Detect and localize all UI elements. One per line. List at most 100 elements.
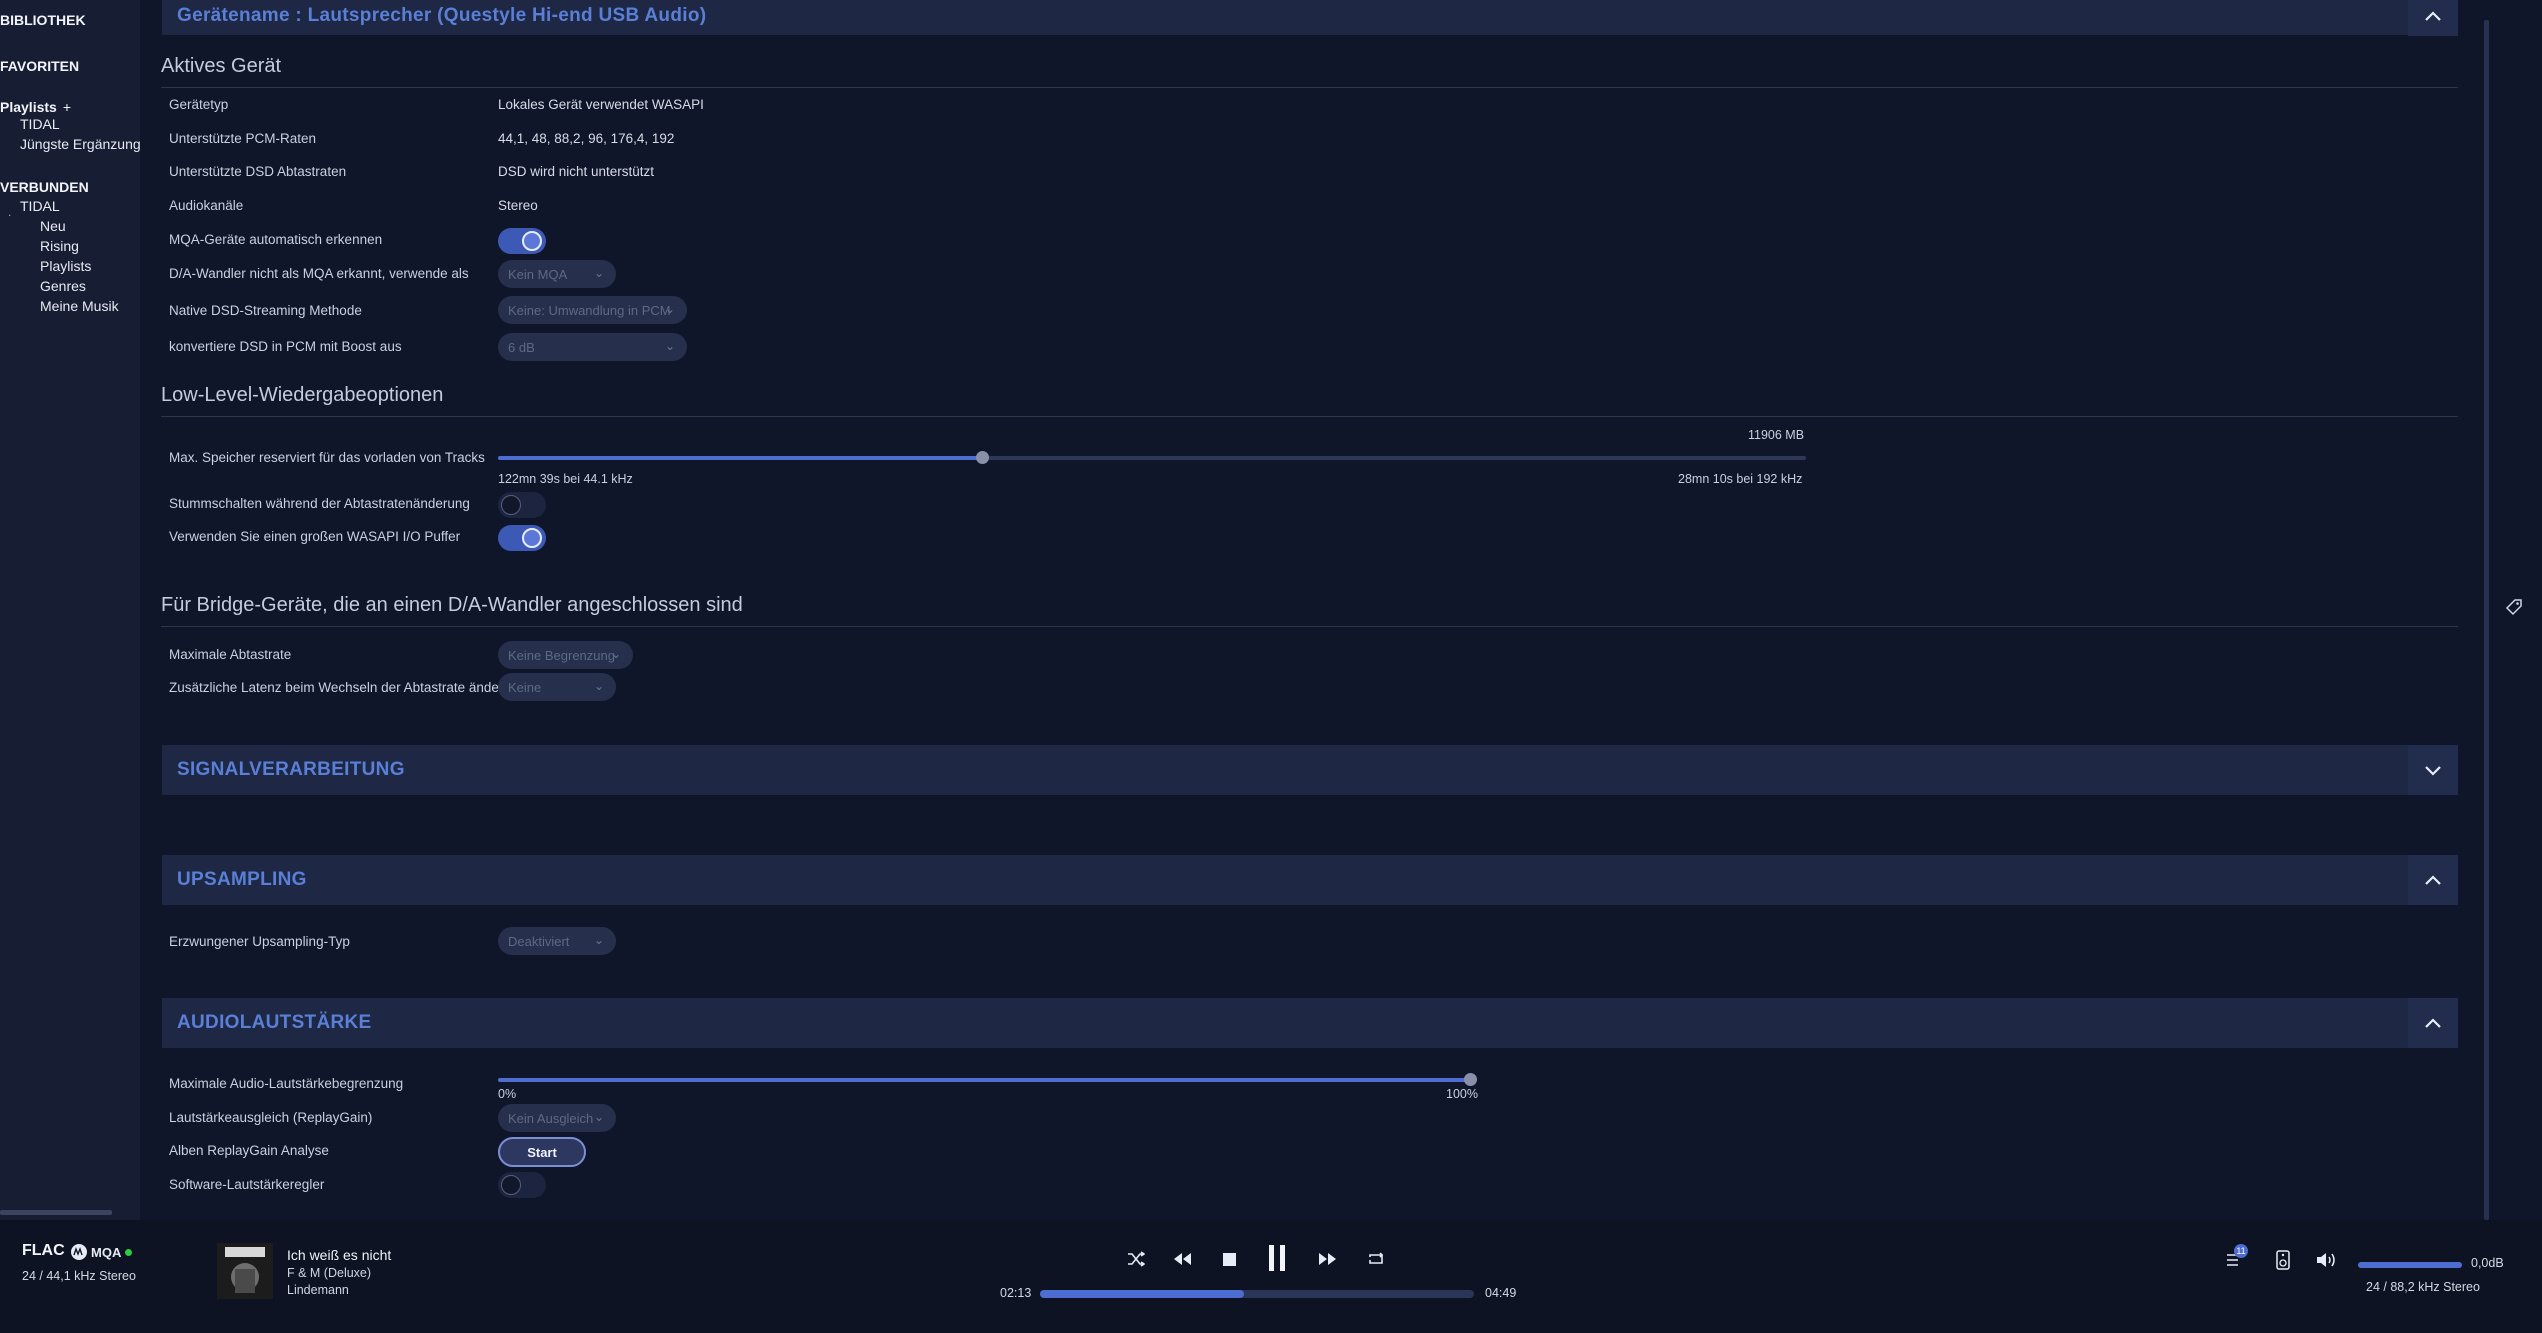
divider <box>161 626 2458 627</box>
upsampling-title: UPSAMPLING <box>177 869 307 890</box>
wasapi-toggle[interactable] <box>498 525 546 551</box>
fast-forward-icon <box>1319 1253 1336 1265</box>
divider <box>161 87 2458 88</box>
replaygain-selected: Kein Ausgleich <box>508 1110 594 1126</box>
format-label: FLAC <box>22 1242 65 1259</box>
mute-toggle[interactable] <box>498 492 546 518</box>
max-rate-select[interactable]: Keine Begrenzung ⌄ <box>498 641 633 669</box>
mute-button[interactable] <box>2314 1248 2340 1272</box>
dac-mqa-label: D/A-Wandler nicht als MQA erkannt, verwe… <box>169 266 469 281</box>
section-title-aktives-geraet: Aktives Gerät <box>161 55 282 77</box>
dac-mqa-select[interactable]: Kein MQA ⌄ <box>498 260 616 288</box>
queue-button[interactable]: 11 <box>2222 1244 2248 1272</box>
player-bar: FLAC MQA 24 / 44,1 kHz Stereo Ich weiß e… <box>0 1220 2542 1333</box>
upsampling-type-select[interactable]: Deaktiviert ⌄ <box>498 927 616 955</box>
dsd-rates-value: DSD wird nicht unterstützt <box>498 164 655 179</box>
audio-device-button[interactable] <box>2272 1248 2294 1272</box>
album-art[interactable] <box>217 1243 273 1299</box>
slider-fill <box>498 456 982 460</box>
seek-bar[interactable] <box>1040 1290 1474 1298</box>
sidebar-item-neu[interactable]: Neu <box>40 218 66 234</box>
pcm-rates-value: 44,1, 48, 88,2, 96, 176,4, 192 <box>498 131 675 146</box>
repeat-icon <box>1369 1252 1384 1264</box>
wasapi-label: Verwenden Sie einen großen WASAPI I/O Pu… <box>169 529 461 544</box>
replaygain-select[interactable]: Kein Ausgleich ⌄ <box>498 1104 616 1132</box>
collapse-volume-button[interactable] <box>2408 998 2458 1048</box>
toggle-knob <box>522 231 542 251</box>
chevron-down-icon: ⌄ <box>664 302 675 316</box>
slider-handle[interactable] <box>1464 1073 1477 1086</box>
sidebar-scrollbar[interactable] <box>0 1210 112 1215</box>
volume-db: 0,0dB <box>2471 1256 2504 1270</box>
album-name[interactable]: F & M (Deluxe) <box>287 1266 371 1280</box>
sidebar-item-meine-musik[interactable]: Meine Musik <box>40 298 119 314</box>
sidebar-item-recent[interactable]: Jüngste Ergänzung <box>20 136 140 152</box>
sidebar-favoriten[interactable]: FAVORITEN <box>0 58 79 74</box>
add-playlist-button[interactable]: + <box>63 99 71 115</box>
native-dsd-select[interactable]: Keine: Umwandlung in PCM ⌄ <box>498 296 687 324</box>
toggle-knob <box>501 495 521 515</box>
mqa-icon <box>71 1244 87 1260</box>
volume-max-tick: 100% <box>1446 1087 1478 1101</box>
sidebar-item-tidal-playlists[interactable]: TIDAL <box>20 116 60 132</box>
memory-label: Max. Speicher reserviert für das vorlade… <box>169 450 485 465</box>
geraetetyp-label: Gerätetyp <box>169 97 229 112</box>
volume-slider[interactable] <box>2358 1262 2462 1268</box>
upsampling-type-selected: Deaktiviert <box>508 933 570 949</box>
mqa-badge: MQA <box>70 1243 133 1261</box>
toggle-knob <box>501 1175 521 1195</box>
main-scrollbar[interactable] <box>2484 20 2489 1220</box>
sidebar-verbunden[interactable]: VERBUNDEN <box>0 179 89 195</box>
previous-button[interactable] <box>1170 1248 1194 1270</box>
sidebar-playlists[interactable]: Playlists + <box>0 99 71 115</box>
tree-expand-icon[interactable]: . <box>8 205 11 219</box>
artist-name[interactable]: Lindemann <box>287 1283 349 1297</box>
slider-handle[interactable] <box>975 451 989 464</box>
output-quality: 24 / 88,2 kHz Stereo <box>2366 1280 2480 1294</box>
stop-button[interactable] <box>1218 1248 1240 1270</box>
pause-button[interactable] <box>1263 1242 1291 1274</box>
sidebar-item-rising[interactable]: Rising <box>40 238 79 254</box>
chevron-up-icon <box>2425 11 2441 21</box>
chevron-down-icon: ⌄ <box>664 339 675 353</box>
native-dsd-label: Native DSD-Streaming Methode <box>169 303 362 318</box>
dsd-pcm-boost-select[interactable]: 6 dB ⌄ <box>498 333 687 361</box>
mqa-status-dot <box>125 1248 133 1256</box>
sidebar-item-playlists[interactable]: Playlists <box>40 258 91 274</box>
divider <box>161 416 2458 417</box>
expand-signal-button[interactable] <box>2408 745 2458 795</box>
volume-bar[interactable]: AUDIOLAUTSTÄRKE <box>162 998 2458 1048</box>
device-bar[interactable]: Gerätename : Lautsprecher (Questyle Hi-e… <box>162 0 2458 36</box>
chevron-down-icon <box>2425 766 2441 776</box>
chevron-down-icon: ⌄ <box>593 1110 604 1124</box>
rewind-icon <box>1174 1253 1191 1265</box>
sidebar-item-genres[interactable]: Genres <box>40 278 86 294</box>
mqa-auto-label: MQA-Geräte automatisch erkennen <box>169 232 383 247</box>
settings-panel: Gerätename : Lautsprecher (Questyle Hi-e… <box>140 0 2490 1220</box>
collapse-upsampling-button[interactable] <box>2408 855 2458 905</box>
shuffle-button[interactable] <box>1125 1248 1147 1270</box>
software-volume-toggle[interactable] <box>498 1172 546 1198</box>
pcm-rates-label: Unterstützte PCM-Raten <box>169 131 317 146</box>
slider-fill <box>498 1078 1470 1082</box>
replaygain-label: Lautstärkeausgleich (ReplayGain) <box>169 1110 373 1125</box>
collapse-device-button[interactable] <box>2408 0 2458 36</box>
repeat-button[interactable] <box>1365 1248 1387 1270</box>
track-title[interactable]: Ich weiß es nicht <box>287 1247 391 1263</box>
start-analysis-button[interactable]: Start <box>498 1137 586 1167</box>
signal-bar[interactable]: SIGNALVERARBEITUNG <box>162 745 2458 795</box>
next-button[interactable] <box>1316 1248 1340 1270</box>
sidebar-bibliothek[interactable]: BIBLIOTHEK <box>0 12 86 28</box>
tag-icon[interactable] <box>2505 598 2523 621</box>
latency-select[interactable]: Keine ⌄ <box>498 673 616 701</box>
chevron-up-icon <box>2425 875 2441 885</box>
upsampling-bar[interactable]: UPSAMPLING <box>162 855 2458 905</box>
mqa-auto-toggle[interactable] <box>498 228 546 254</box>
dsd-rates-label: Unterstützte DSD Abtastraten <box>169 164 347 179</box>
elapsed-time: 02:13 <box>1000 1286 1032 1300</box>
sidebar-item-tidal[interactable]: TIDAL <box>20 198 60 214</box>
sidebar-playlists-label: Playlists <box>0 99 57 115</box>
volume-title: AUDIOLAUTSTÄRKE <box>177 1012 372 1033</box>
max-rate-label: Maximale Abtastrate <box>169 647 292 662</box>
max-rate-selected: Keine Begrenzung <box>508 647 615 663</box>
